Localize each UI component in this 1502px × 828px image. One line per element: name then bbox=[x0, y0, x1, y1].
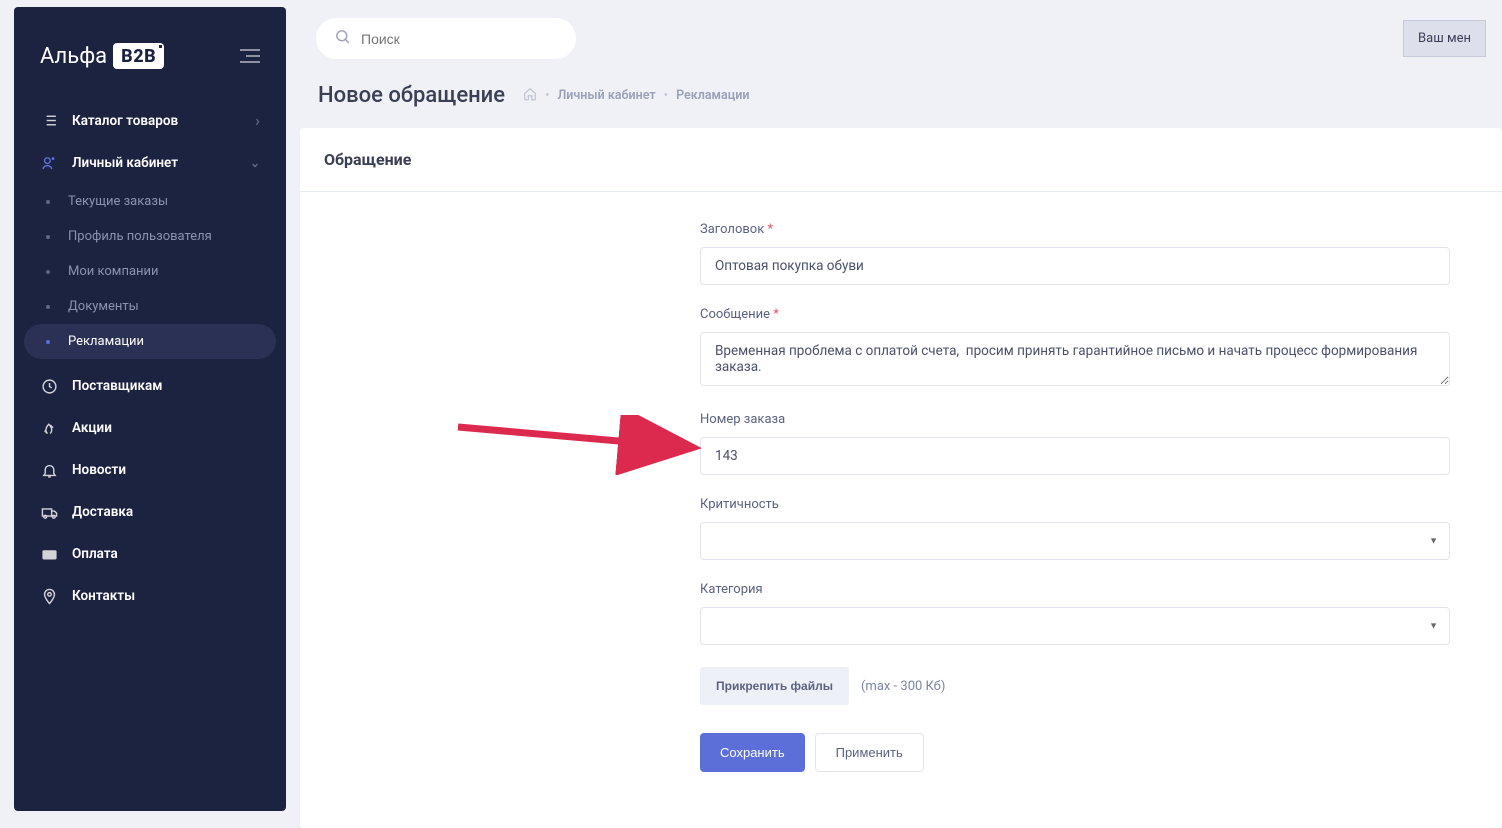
form-group-order: Номер заказа bbox=[700, 412, 1450, 475]
main: Ваш мен Новое обращение • Личный кабинет… bbox=[300, 0, 1502, 818]
sidebar-item-contacts[interactable]: Контакты bbox=[24, 575, 276, 617]
apply-button[interactable]: Применить bbox=[815, 733, 924, 772]
search-input[interactable] bbox=[361, 31, 558, 47]
breadcrumb-account[interactable]: Личный кабинет bbox=[557, 88, 655, 103]
category-label: Категория bbox=[700, 582, 1450, 597]
search-icon bbox=[334, 28, 351, 49]
content-card: Обращение Заголовок * Сообщение * Времен… bbox=[300, 128, 1502, 828]
user-icon bbox=[40, 154, 58, 172]
bell-icon bbox=[40, 461, 58, 479]
card-header: Обращение bbox=[300, 128, 1502, 192]
save-button[interactable]: Сохранить bbox=[700, 733, 805, 772]
sidebar-item-label: Каталог товаров bbox=[72, 113, 178, 129]
submenu-item-complaints[interactable]: Рекламации bbox=[24, 324, 276, 359]
category-select[interactable] bbox=[700, 607, 1450, 645]
logo[interactable]: Альфа B2B bbox=[40, 43, 164, 69]
sidebar-item-label: Контакты bbox=[72, 588, 135, 604]
sidebar-item-label: Доставка bbox=[72, 504, 133, 520]
message-label: Сообщение * bbox=[700, 307, 1450, 322]
order-input[interactable] bbox=[700, 437, 1450, 475]
hamburger-icon[interactable] bbox=[240, 49, 260, 63]
sidebar-item-news[interactable]: Новости bbox=[24, 449, 276, 491]
card-title: Обращение bbox=[324, 150, 1478, 169]
form-group-title: Заголовок * bbox=[700, 222, 1450, 285]
sidebar-item-delivery[interactable]: Доставка bbox=[24, 491, 276, 533]
attach-button[interactable]: Прикрепить файлы bbox=[700, 667, 849, 705]
logo-badge: B2B bbox=[113, 43, 164, 69]
attach-row: Прикрепить файлы (max - 300 Кб) bbox=[700, 667, 1450, 705]
breadcrumb: • Личный кабинет • Рекламации bbox=[523, 87, 749, 105]
sidebar: Альфа B2B Каталог товаров Личный кабинет… bbox=[14, 7, 286, 811]
sidebar-item-payment[interactable]: Оплата bbox=[24, 533, 276, 575]
sidebar-header: Альфа B2B bbox=[14, 15, 286, 99]
sidebar-item-label: Личный кабинет bbox=[72, 155, 178, 171]
form-group-priority: Критичность bbox=[700, 497, 1450, 560]
submenu-item-profile[interactable]: Профиль пользователя bbox=[24, 219, 276, 254]
submenu-item-label: Рекламации bbox=[68, 334, 144, 349]
logo-text: Альфа bbox=[40, 44, 107, 69]
sidebar-item-label: Новости bbox=[72, 462, 126, 478]
sidebar-item-promo[interactable]: Акции bbox=[24, 407, 276, 449]
topbar: Ваш мен bbox=[300, 0, 1502, 69]
pin-icon bbox=[40, 587, 58, 605]
rocket-icon bbox=[40, 419, 58, 437]
submenu-item-companies[interactable]: Мои компании bbox=[24, 254, 276, 289]
submenu: Текущие заказы Профиль пользователя Мои … bbox=[24, 184, 276, 365]
home-icon[interactable] bbox=[523, 87, 537, 105]
form-actions: Сохранить Применить bbox=[700, 733, 1450, 772]
card-icon bbox=[40, 545, 58, 563]
page-header: Новое обращение • Личный кабинет • Рекла… bbox=[300, 69, 1502, 128]
sidebar-item-suppliers[interactable]: Поставщикам bbox=[24, 365, 276, 407]
breadcrumb-complaints[interactable]: Рекламации bbox=[676, 88, 749, 103]
list-icon bbox=[40, 112, 58, 130]
form-group-message: Сообщение * Временная проблема с оплатой… bbox=[700, 307, 1450, 390]
priority-select[interactable] bbox=[700, 522, 1450, 560]
order-label: Номер заказа bbox=[700, 412, 1450, 427]
search-box[interactable] bbox=[316, 18, 576, 59]
submenu-item-label: Профиль пользователя bbox=[68, 229, 212, 244]
title-label: Заголовок * bbox=[700, 222, 1450, 237]
submenu-item-label: Мои компании bbox=[68, 264, 159, 279]
clock-icon bbox=[40, 377, 58, 395]
truck-icon bbox=[40, 503, 58, 521]
submenu-item-label: Текущие заказы bbox=[68, 194, 168, 209]
sidebar-item-label: Оплата bbox=[72, 546, 118, 562]
user-menu-label: Ваш мен bbox=[1418, 31, 1471, 46]
form-group-category: Категория bbox=[700, 582, 1450, 645]
user-menu-button[interactable]: Ваш мен bbox=[1403, 20, 1486, 57]
title-input[interactable] bbox=[700, 247, 1450, 285]
submenu-item-orders[interactable]: Текущие заказы bbox=[24, 184, 276, 219]
submenu-item-label: Документы bbox=[68, 299, 139, 314]
message-textarea[interactable]: Временная проблема с оплатой счета, прос… bbox=[700, 332, 1450, 386]
submenu-item-documents[interactable]: Документы bbox=[24, 289, 276, 324]
page-title: Новое обращение bbox=[318, 83, 505, 108]
sidebar-item-account[interactable]: Личный кабинет bbox=[24, 142, 276, 184]
form-body: Заголовок * Сообщение * Временная пробле… bbox=[300, 192, 1502, 802]
attach-hint: (max - 300 Кб) bbox=[861, 679, 945, 694]
sidebar-item-catalog[interactable]: Каталог товаров bbox=[24, 99, 276, 142]
breadcrumb-sep: • bbox=[545, 88, 549, 103]
sidebar-menu: Каталог товаров Личный кабинет Текущие з… bbox=[14, 99, 286, 617]
sidebar-item-label: Акции bbox=[72, 420, 112, 436]
breadcrumb-sep: • bbox=[664, 88, 668, 103]
priority-label: Критичность bbox=[700, 497, 1450, 512]
sidebar-item-label: Поставщикам bbox=[72, 378, 162, 394]
